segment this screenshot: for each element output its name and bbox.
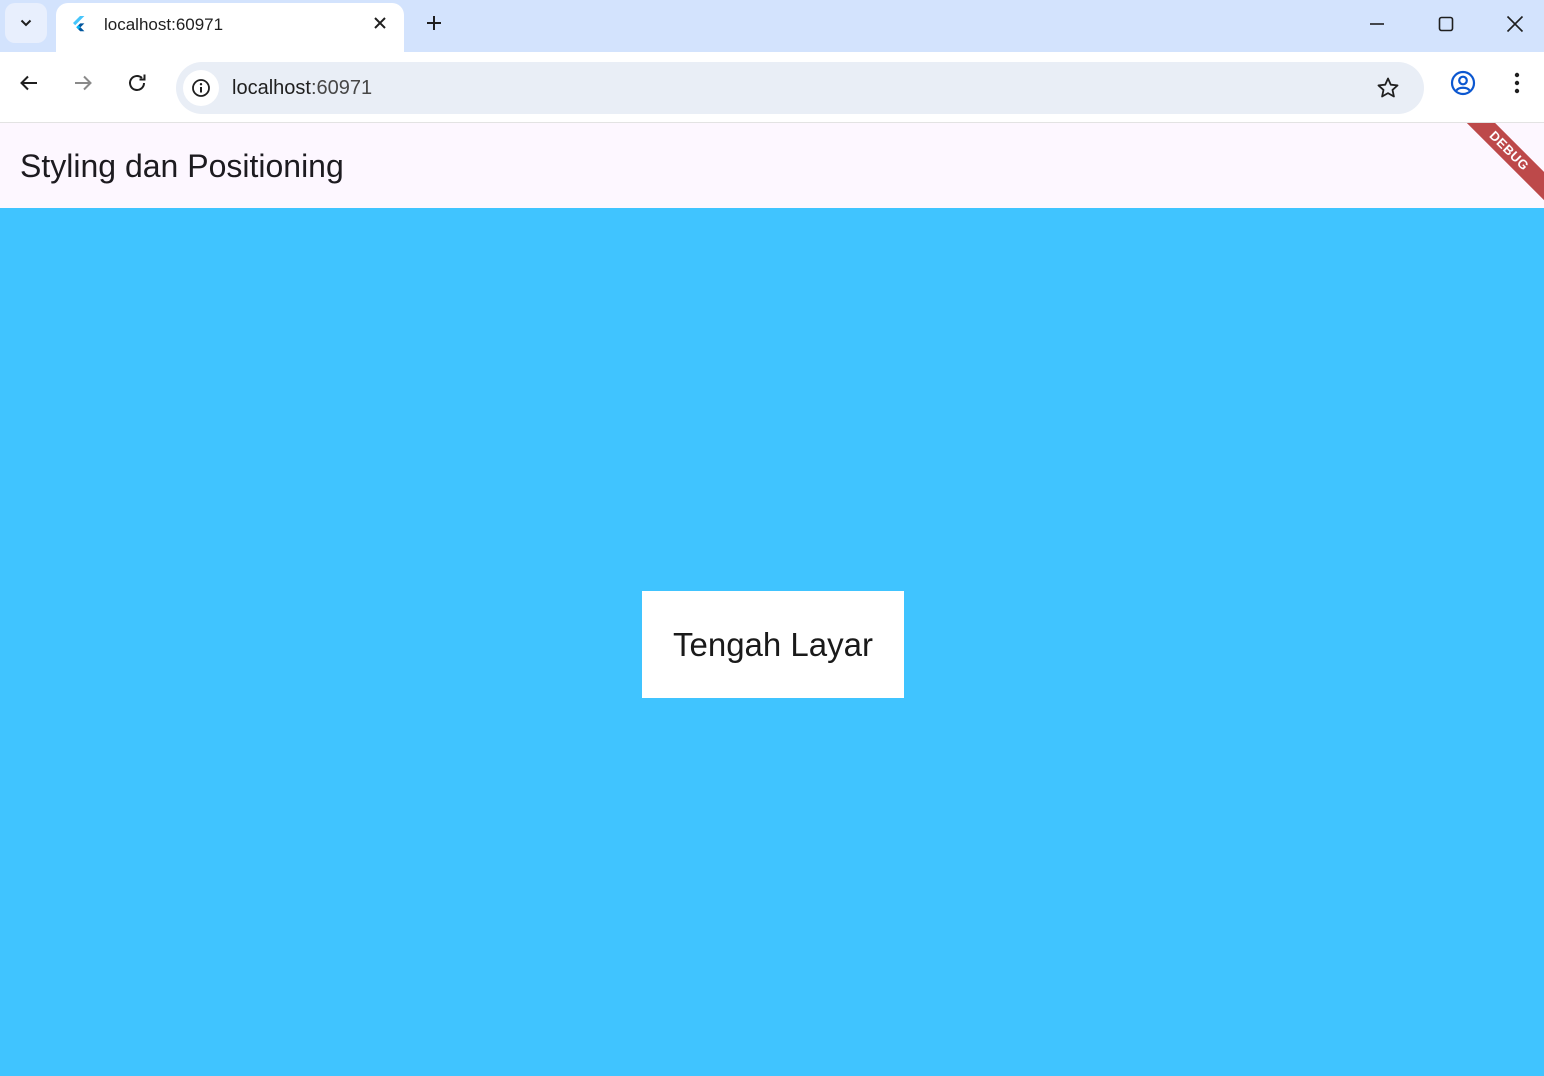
address-bar[interactable]: localhost:60971 <box>176 62 1424 114</box>
star-icon <box>1377 77 1399 98</box>
site-info-button[interactable] <box>183 70 219 106</box>
arrow-left-icon <box>20 75 37 91</box>
url-host: localhost <box>232 77 311 99</box>
app-body: Tengah Layar <box>0 208 1544 1076</box>
profile-button[interactable] <box>1449 69 1477 97</box>
arrow-right-icon <box>75 75 92 91</box>
bookmark-button[interactable] <box>1374 74 1402 102</box>
maximize-button[interactable] <box>1428 6 1464 42</box>
close-icon <box>374 17 386 29</box>
minimize-button[interactable] <box>1359 6 1395 42</box>
maximize-icon <box>1438 16 1454 32</box>
center-text: Tengah Layar <box>673 625 873 663</box>
page-title: Styling dan Positioning <box>20 148 344 184</box>
new-tab-button[interactable] <box>420 9 448 37</box>
browser-toolbar: localhost:60971 <box>0 52 1544 123</box>
forward-button[interactable] <box>69 69 97 97</box>
tab-close-button[interactable] <box>370 13 390 33</box>
more-vert-icon <box>1514 72 1520 94</box>
reload-icon <box>129 74 146 91</box>
browser-tab-strip: localhost:60971 <box>0 0 1544 52</box>
debug-banner: DEBUG <box>1448 123 1544 208</box>
app-bar: Styling dan Positioning DEBUG <box>0 123 1544 208</box>
url-port: :60971 <box>310 77 373 99</box>
tab-title: localhost:60971 <box>104 15 224 34</box>
account-icon <box>1450 70 1476 96</box>
browser-tab[interactable]: localhost:60971 <box>56 3 404 52</box>
minimize-icon <box>1370 23 1384 25</box>
center-container: Tengah Layar <box>642 591 904 698</box>
chevron-down-icon <box>20 19 32 27</box>
close-window-button[interactable] <box>1497 6 1533 42</box>
flutter-icon <box>73 16 85 32</box>
back-button[interactable] <box>15 69 43 97</box>
info-icon <box>192 79 210 97</box>
plus-icon <box>427 16 441 30</box>
browser-menu-button[interactable] <box>1503 69 1531 97</box>
close-icon <box>1506 15 1524 33</box>
tab-search-button[interactable] <box>5 3 47 43</box>
url-text: localhost:60971 <box>232 76 372 100</box>
reload-button[interactable] <box>123 69 151 97</box>
